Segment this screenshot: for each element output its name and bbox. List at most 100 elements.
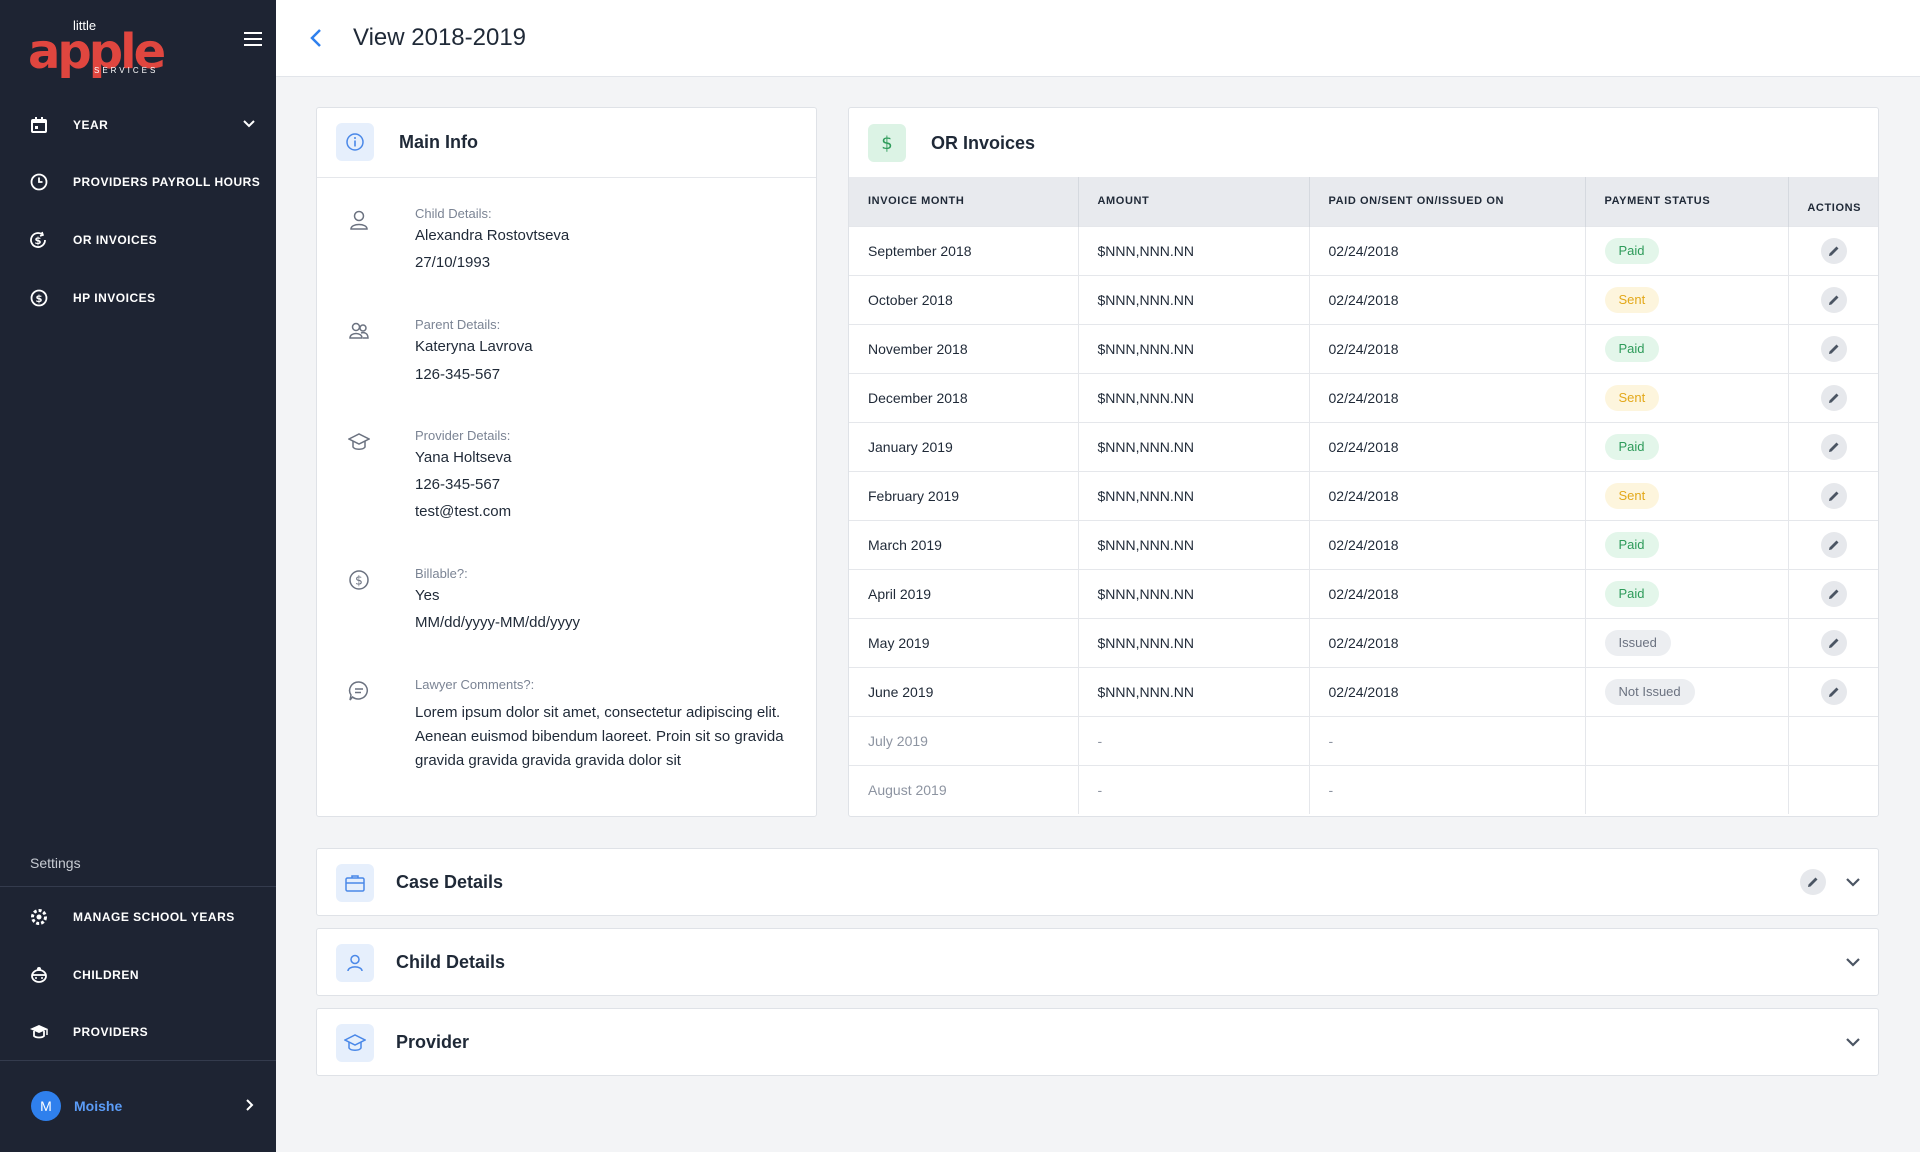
payment-status-cell: Issued (1585, 617, 1789, 667)
paid-on-cell: 02/24/2018 (1309, 225, 1586, 275)
info-icon (336, 123, 374, 161)
dollar-circle-icon: $ (29, 288, 49, 308)
pencil-icon (1829, 246, 1839, 256)
sidebar-item-children[interactable]: CHILDREN (0, 955, 276, 995)
users-icon (345, 317, 373, 345)
amount-cell: $NNN,NNN.NN (1078, 372, 1310, 422)
paid-on-cell: - (1309, 764, 1586, 814)
provider-details-label: Provider Details: (415, 428, 511, 443)
pencil-icon (1829, 638, 1839, 648)
edit-invoice-button[interactable] (1821, 629, 1848, 656)
child-details-label: Child Details: (415, 206, 492, 221)
status-badge: Sent (1604, 384, 1660, 411)
edit-case-details-button[interactable] (1800, 869, 1826, 895)
edit-invoice-button[interactable] (1821, 482, 1848, 509)
column-header-invoice-month[interactable]: INVOICE MONTH (849, 177, 1079, 226)
status-badge: Paid (1604, 335, 1659, 362)
sidebar-item-label: MANAGE SCHOOL YEARS (73, 910, 235, 924)
payment-status-cell: Paid (1585, 519, 1789, 569)
main-info-card: Main Info Child Details: Alexandra Rosto… (316, 107, 817, 817)
brand-logo[interactable]: little apple SERVICES (28, 18, 168, 80)
table-row: March 2019 $NNN,NNN.NN 02/24/2018 Paid (849, 519, 1878, 569)
chevron-down-icon[interactable] (1844, 1033, 1862, 1051)
payment-status-cell (1585, 764, 1789, 814)
actions-cell (1788, 764, 1878, 814)
billable-range: MM/dd/yyyy-MM/dd/yyyy (415, 614, 581, 631)
actions-cell (1788, 470, 1878, 520)
sidebar-item-year[interactable]: YEAR (0, 105, 276, 145)
user-icon (345, 206, 373, 234)
back-arrow-icon[interactable] (306, 26, 328, 50)
amount-cell: $NNN,NNN.NN (1078, 421, 1310, 471)
table-row: May 2019 $NNN,NNN.NN 02/24/2018 Issued (849, 617, 1878, 667)
invoice-month-cell: September 2018 (849, 225, 1079, 275)
table-row: October 2018 $NNN,NNN.NN 02/24/2018 Sent (849, 274, 1878, 324)
sidebar-item-hp-invoices[interactable]: $ HP INVOICES (0, 278, 276, 318)
svg-text:$: $ (881, 133, 892, 154)
svg-text:$: $ (36, 294, 43, 305)
actions-cell (1788, 568, 1878, 618)
user-menu[interactable]: M Moishe (0, 1086, 276, 1126)
sidebar-item-label: OR INVOICES (73, 233, 158, 247)
provider-section[interactable]: Provider (316, 1008, 1879, 1076)
graduation-cap-icon (336, 1024, 374, 1062)
edit-invoice-button[interactable] (1821, 678, 1848, 705)
edit-invoice-button[interactable] (1821, 531, 1848, 558)
edit-invoice-button[interactable] (1821, 433, 1848, 460)
column-header-payment-status[interactable]: PAYMENT STATUS (1585, 177, 1789, 226)
column-header-amount[interactable]: AMOUNT (1078, 177, 1310, 226)
paid-on-cell: 02/24/2018 (1309, 372, 1586, 422)
briefcase-icon (336, 864, 374, 902)
parent-details-label: Parent Details: (415, 317, 501, 332)
actions-cell (1788, 421, 1878, 471)
chevron-down-icon (242, 117, 256, 136)
case-details-section[interactable]: Case Details (316, 848, 1879, 916)
edit-invoice-button[interactable] (1821, 580, 1848, 607)
main-info-title: Main Info (399, 132, 478, 152)
menu-toggle-icon[interactable] (244, 32, 262, 46)
column-header-paid-on[interactable]: PAID ON/SENT ON/ISSUED ON (1309, 177, 1586, 226)
sidebar-item-manage-school-years[interactable]: MANAGE SCHOOL YEARS (0, 897, 276, 937)
or-invoices-title: OR Invoices (931, 133, 1036, 153)
edit-invoice-button[interactable] (1821, 237, 1848, 264)
actions-cell (1788, 225, 1878, 275)
settings-heading: Settings (30, 855, 81, 871)
graduation-cap-icon (29, 1022, 49, 1042)
status-badge: Paid (1604, 531, 1659, 558)
table-row: August 2019- - (849, 764, 1878, 814)
paid-on-cell: 02/24/2018 (1309, 470, 1586, 520)
sidebar-item-or-invoices[interactable]: $ OR INVOICES (0, 220, 276, 260)
pencil-icon (1829, 442, 1839, 452)
graduation-cap-icon (345, 428, 373, 456)
paid-on-cell: 02/24/2018 (1309, 421, 1586, 471)
amount-cell: $NNN,NNN.NN (1078, 225, 1310, 275)
status-badge: Issued (1604, 629, 1671, 656)
sidebar-item-providers[interactable]: PROVIDERS (0, 1012, 276, 1052)
actions-cell (1788, 372, 1878, 422)
page-title: View 2018-2019 (353, 24, 527, 51)
sidebar-item-providers-payroll-hours[interactable]: PROVIDERS PAYROLL HOURS (0, 162, 276, 202)
paid-on-cell: 02/24/2018 (1309, 274, 1586, 324)
payment-status-cell: Paid (1585, 421, 1789, 471)
edit-invoice-button[interactable] (1821, 286, 1848, 313)
actions-cell (1788, 274, 1878, 324)
sidebar-divider (0, 1060, 276, 1061)
child-details-block: Child Details: Alexandra Rostovtseva 27/… (345, 206, 805, 276)
payment-status-cell: Paid (1585, 568, 1789, 618)
pencil-icon (1829, 687, 1839, 697)
amount-cell: $NNN,NNN.NN (1078, 519, 1310, 569)
amount-cell: $NNN,NNN.NN (1078, 323, 1310, 373)
paid-on-cell: 02/24/2018 (1309, 617, 1586, 667)
clock-icon (29, 172, 49, 192)
edit-invoice-button[interactable] (1821, 335, 1848, 362)
chat-bubble-icon (345, 677, 373, 705)
child-dob: 27/10/1993 (415, 254, 491, 271)
user-name: Moishe (74, 1098, 123, 1114)
table-row: June 2019 $NNN,NNN.NN 02/24/2018 Not Issued (849, 666, 1878, 716)
child-details-section[interactable]: Child Details (316, 928, 1879, 996)
edit-invoice-button[interactable] (1821, 384, 1848, 411)
paid-on-cell: - (1309, 715, 1586, 765)
chevron-down-icon[interactable] (1844, 873, 1862, 891)
table-row: November 2018 $NNN,NNN.NN 02/24/2018 Paid (849, 323, 1878, 373)
chevron-down-icon[interactable] (1844, 953, 1862, 971)
